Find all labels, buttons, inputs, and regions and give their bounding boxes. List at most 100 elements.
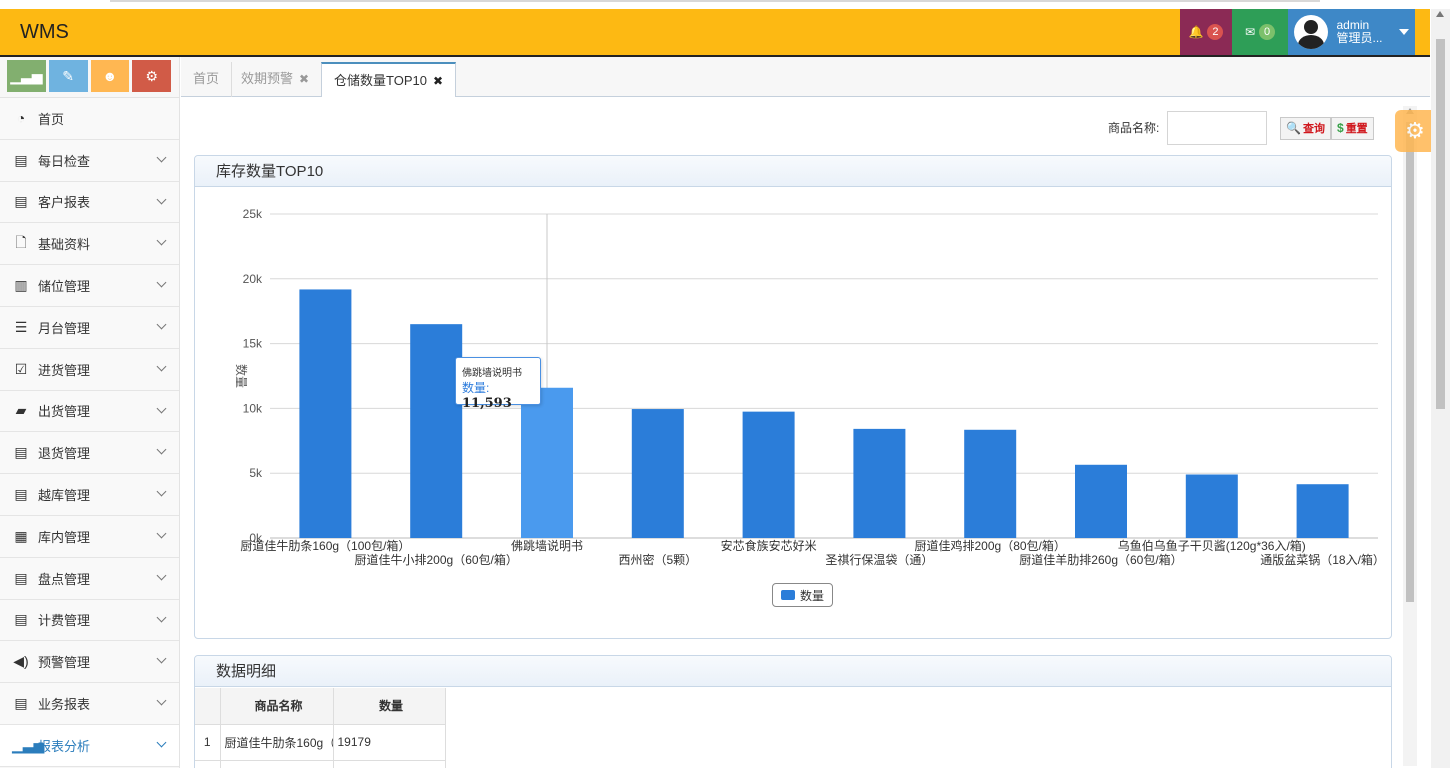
check-square-icon: ☑ [14,360,28,377]
sidebar-item-label: 基础资料 [38,237,91,253]
sidebar-item-label: 每日检查 [38,153,91,169]
content-scrollbar[interactable] [1403,106,1417,766]
x-category-label: 西州密（5颗） [618,552,697,567]
legend-label: 数量 [800,588,825,603]
sidebar-item[interactable]: ▥ 储位管理 [0,265,179,307]
bar [410,324,463,538]
chevron-down-icon [156,653,167,664]
y-tick-label: 10k [243,401,263,415]
chart-panel: 库存数量TOP10 0k 5k 10k 15k 20k 25k 数量 厨道佳牛肋条160g（1… [194,155,1392,639]
signal-icon: ▁▃▅ [10,67,43,84]
sidebar-item[interactable]: ▤ 计费管理 [0,599,179,642]
sidebar-item-label: 越库管理 [38,488,91,504]
sidebar-item[interactable]: ▁▃▅ 报表分析 [0,724,179,767]
tab-bar: 首页 效期预警 ✖ 仓储数量TOP10 ✖ [181,57,1430,98]
main-content: 商品名称: 🔍 查询 $ 重置 库存数量TOP10 0k 5k 10k 15k 20k 25k… [181,97,1430,768]
y-axis-title: 数量 [234,364,249,388]
sidebar-item[interactable]: ▰ 出货管理 [0,390,179,433]
close-icon[interactable]: ✖ [299,72,309,86]
volume-icon: ◀) [13,653,29,670]
top-divider [110,0,1320,2]
signal-icon: ▁▃▅ [12,736,45,753]
sidebar-nav: ◔ 首页 ▤ 每日检查 ▤ 客户报表 🗋 基础资料 ▥ 储位管理 ☰ 月台管理 ☑ 进货管理 ▰ 出货管理 ▤ 退… [0,98,179,767]
sidebar-item[interactable]: ◔ 首页 [0,98,179,140]
x-category-label: 乌鱼伯乌鱼子干贝酱(120g*36入/箱) [1118,538,1306,553]
building-icon: ▥ [14,277,28,294]
content-scroll-thumb[interactable] [1406,122,1414,602]
messages-button[interactable]: ✉ 0 [1232,9,1288,55]
sidebar-item[interactable]: ▤ 业务报表 [0,683,179,725]
sidebar-item-label: 客户报表 [38,195,91,211]
page-scroll-up-icon[interactable] [1436,11,1444,17]
sidebar-item[interactable]: 🗋 基础资料 [0,223,179,266]
sidebar-item[interactable]: ▦ 库内管理 [0,515,179,558]
chart-legend[interactable]: 数量 [772,583,834,607]
close-icon[interactable]: ✖ [433,74,443,88]
envelope-icon: ✉ [1244,25,1256,39]
bar [631,409,684,538]
chevron-down-icon [156,403,167,414]
messages-count: 0 [1259,24,1276,40]
table-row[interactable] [195,760,446,768]
bar [964,429,1017,538]
column-header-product-name[interactable]: 商品名称 [220,688,334,725]
x-category-label: 通版盆菜锅（18入/箱） [1260,552,1385,567]
query-label: 查询 [1302,123,1325,135]
x-category-label: 厨道佳牛小排200g（60包/箱） [355,552,518,567]
chevron-down-icon [156,695,167,706]
column-header-quantity[interactable]: 数量 [333,688,446,725]
settings-gear-button[interactable]: ⚙ [1395,110,1435,152]
x-category-label: 厨道佳牛肋条160g（100包/箱） [240,538,410,553]
user-menu[interactable]: admin 管理员... [1288,9,1415,55]
sidebar-item[interactable]: ☑ 进货管理 [0,348,179,391]
signal-shortcut-button[interactable]: ▁▃▅ [7,60,46,92]
sidebar-item[interactable]: ▤ 越库管理 [0,474,179,516]
tooltip-value: 11,593 [462,396,512,411]
file-icon: 🗋 [15,233,27,250]
sidebar-item-label: 出货管理 [38,404,91,420]
y-tick-label: 5k [249,466,263,480]
page-scroll-thumb[interactable] [1436,39,1445,409]
y-tick-label: 25k [243,207,263,221]
pencil-shortcut-button[interactable]: ✎ [48,60,88,92]
table-panel-title: 数据明细 [195,656,1391,687]
list-icon: ▤ [14,569,28,586]
users-icon: ☻ [102,68,118,84]
reset-button[interactable]: $ 重置 [1331,117,1374,140]
data-table: 商品名称 数量 1 厨道佳牛肋条160g（100包/箱） 19179 [195,688,446,768]
x-category-label: 厨道佳鸡排200g（80包/箱） [915,538,1066,553]
list-icon: ▤ [14,193,28,210]
sidebar-item[interactable]: ▤ 盘点管理 [0,557,179,600]
users-shortcut-button[interactable]: ☻ [90,60,130,92]
sidebar-item[interactable]: ☰ 月台管理 [0,306,179,349]
notifications-button[interactable]: 🔔 2 [1180,9,1232,55]
tab-label: 首页 [193,71,220,86]
sidebar-item-label: 盘点管理 [38,571,91,587]
sidebar: ▁▃▅ ✎ ☻ ⚙ ◔ 首页 ▤ 每日检查 ▤ 客户报表 🗋 基础资料 ▥ 储位管理 ☰ 月台管理 ☑ 进… [0,57,180,768]
app-header: WMS 🔔 2 ✉ 0 admin 管理员... [0,9,1430,57]
bar [853,428,906,538]
query-button[interactable]: 🔍 查询 [1280,117,1331,140]
sidebar-shortcuts: ▁▃▅ ✎ ☻ ⚙ [0,57,179,98]
brand-logo[interactable]: WMS [20,21,69,44]
product-name-input[interactable] [1167,111,1267,145]
tooltip-series: 数量: [462,381,490,395]
film-icon: ▦ [14,527,28,544]
sidebar-item[interactable]: ▤ 客户报表 [0,181,179,224]
sidebar-item-label: 报表分析 [38,738,91,754]
tab-expiry-warning[interactable]: 效期预警 ✖ [229,62,323,97]
sidebar-item-label: 月台管理 [38,320,91,336]
sidebar-item[interactable]: ▤ 退货管理 [0,432,179,475]
tab-storage-top10[interactable]: 仓储数量TOP10 ✖ [321,62,457,98]
sidebar-item[interactable]: ▤ 每日检查 [0,139,179,182]
row-number: 1 [195,724,221,761]
tab-home[interactable]: 首页 [181,62,233,97]
tab-label: 效期预警 [241,71,294,86]
page-scrollbar[interactable] [1431,9,1450,768]
sidebar-item[interactable]: ◀) 预警管理 [0,641,179,684]
sidebar-item-label: 计费管理 [38,613,91,629]
cogs-shortcut-button[interactable]: ⚙ [132,60,171,92]
table-row[interactable]: 1 厨道佳牛肋条160g（100包/箱） 19179 [195,724,446,761]
chevron-down-icon [156,194,167,205]
chevron-down-icon [156,570,167,581]
